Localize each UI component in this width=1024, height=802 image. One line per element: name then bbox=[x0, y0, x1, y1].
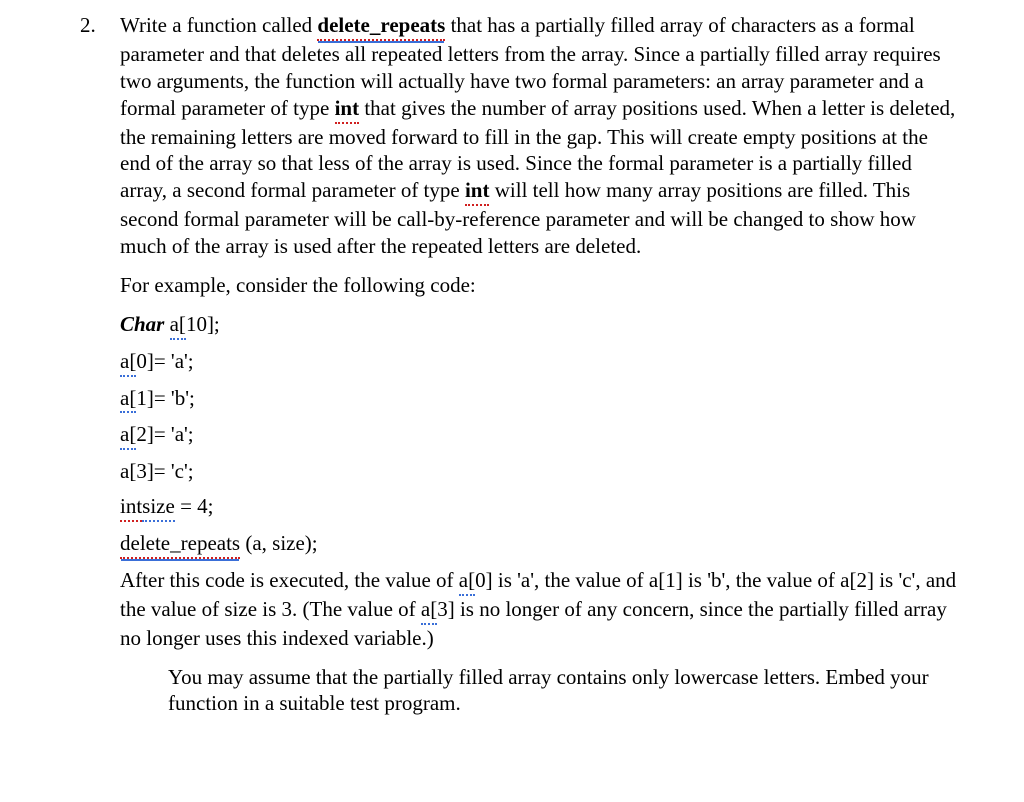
identifier-a: a[ bbox=[170, 311, 186, 340]
keyword-char: Char bbox=[120, 312, 170, 336]
code-line: Char a[10]; bbox=[120, 311, 960, 340]
paragraph-note: You may assume that the partially filled… bbox=[120, 664, 960, 718]
code-line: int size = 4; bbox=[120, 493, 960, 522]
paragraph-3: After this code is executed, the value o… bbox=[120, 567, 960, 652]
code-line: a[1]= 'b'; bbox=[120, 385, 960, 414]
item-number: 2. bbox=[76, 12, 120, 729]
text-run: Write a function called bbox=[120, 13, 317, 37]
keyword-int: int bbox=[335, 95, 360, 124]
text-run: 1]= 'b'; bbox=[136, 386, 195, 410]
paragraph-1: Write a function called delete_repeats t… bbox=[120, 12, 960, 260]
keyword-int: int bbox=[120, 493, 142, 522]
paragraph-2: For example, consider the following code… bbox=[120, 272, 960, 299]
text-run: 0]= 'a'; bbox=[136, 349, 193, 373]
identifier-delete-repeats: delete_repeats bbox=[317, 12, 445, 41]
identifier-size: size bbox=[142, 493, 175, 522]
list-item-2: 2. Write a function called delete_repeat… bbox=[76, 12, 960, 729]
code-block: Char a[10]; a[0]= 'a'; a[1]= 'b'; a[2]= … bbox=[120, 311, 960, 559]
identifier-a: a[ bbox=[459, 567, 475, 596]
text-run: 2]= 'a'; bbox=[136, 422, 193, 446]
keyword-int: int bbox=[465, 177, 490, 206]
code-line: a[0]= 'a'; bbox=[120, 348, 960, 377]
text-run: (a, size); bbox=[240, 531, 318, 555]
text-run: 10]; bbox=[186, 312, 220, 336]
item-body: Write a function called delete_repeats t… bbox=[120, 12, 960, 729]
text-run: After this code is executed, the value o… bbox=[120, 568, 459, 592]
identifier-a: a[ bbox=[120, 348, 136, 377]
document-page: 2. Write a function called delete_repeat… bbox=[0, 0, 1024, 741]
identifier-delete-repeats: delete_repeats bbox=[120, 530, 240, 559]
code-line: a[3]= 'c'; bbox=[120, 458, 960, 485]
identifier-a: a[ bbox=[120, 421, 136, 450]
code-line: delete_repeats (a, size); bbox=[120, 530, 960, 559]
code-line: a[2]= 'a'; bbox=[120, 421, 960, 450]
identifier-a: a[ bbox=[421, 596, 437, 625]
identifier-a: a[ bbox=[120, 385, 136, 414]
text-run: = 4; bbox=[175, 494, 214, 518]
